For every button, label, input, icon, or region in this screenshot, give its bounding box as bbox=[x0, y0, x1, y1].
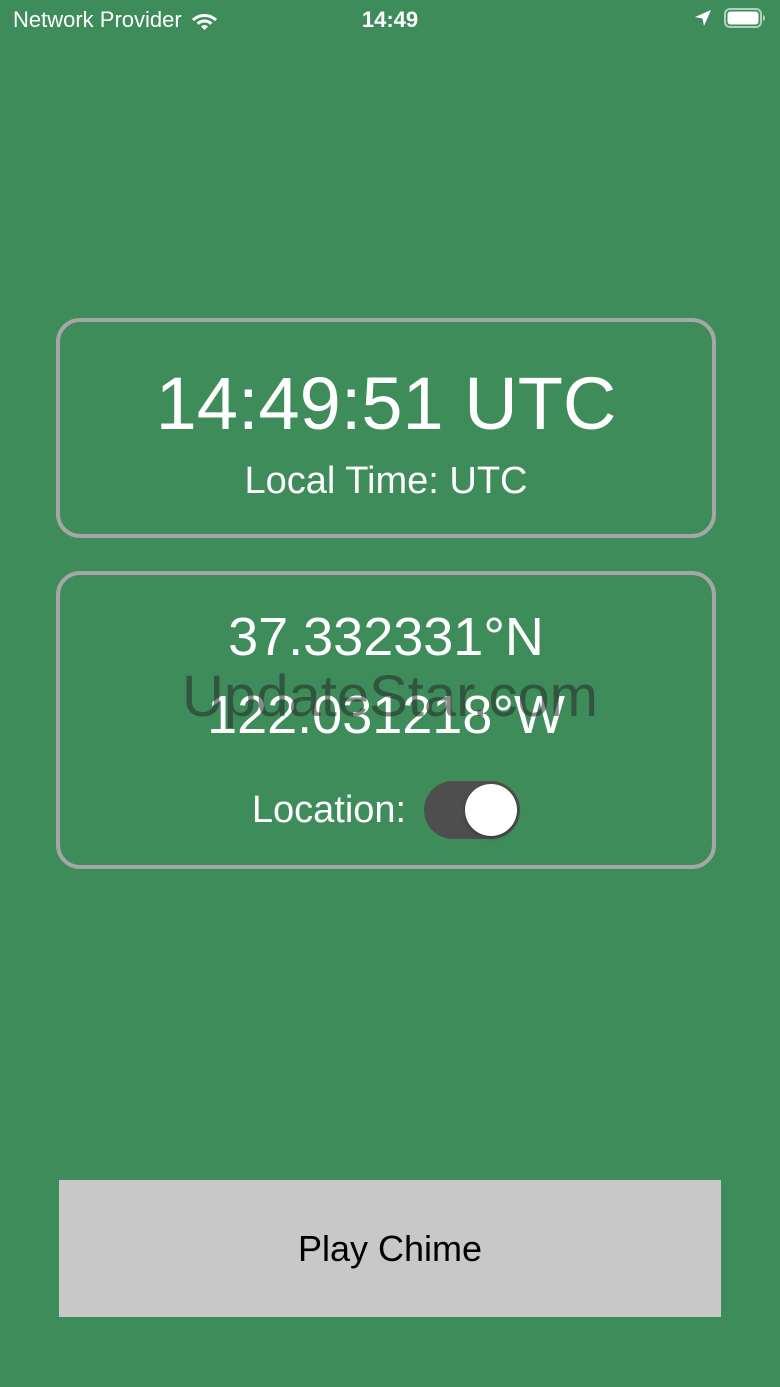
play-chime-button[interactable]: Play Chime bbox=[59, 1180, 721, 1317]
local-time-label: Local Time: UTC bbox=[244, 460, 528, 502]
utc-time: 14:49:51 UTC bbox=[155, 362, 617, 445]
status-clock: 14:49 bbox=[361, 7, 419, 32]
latitude: 37.332331°N bbox=[228, 607, 544, 667]
time-card: 14:49:51 UTC Local Time: UTC bbox=[56, 318, 716, 538]
location-arrow-icon bbox=[694, 9, 712, 27]
location-card: 37.332331°N 122.031218°W Location: bbox=[56, 571, 716, 869]
status-bar: Network Provider 14:49 bbox=[0, 0, 780, 40]
toggle-knob bbox=[465, 784, 518, 836]
battery-icon bbox=[724, 8, 766, 28]
location-toggle[interactable] bbox=[424, 781, 521, 839]
status-right-icons bbox=[694, 8, 766, 28]
longitude: 122.031218°W bbox=[207, 685, 565, 745]
location-row: Location: bbox=[60, 781, 712, 839]
location-label: Location: bbox=[251, 789, 407, 831]
